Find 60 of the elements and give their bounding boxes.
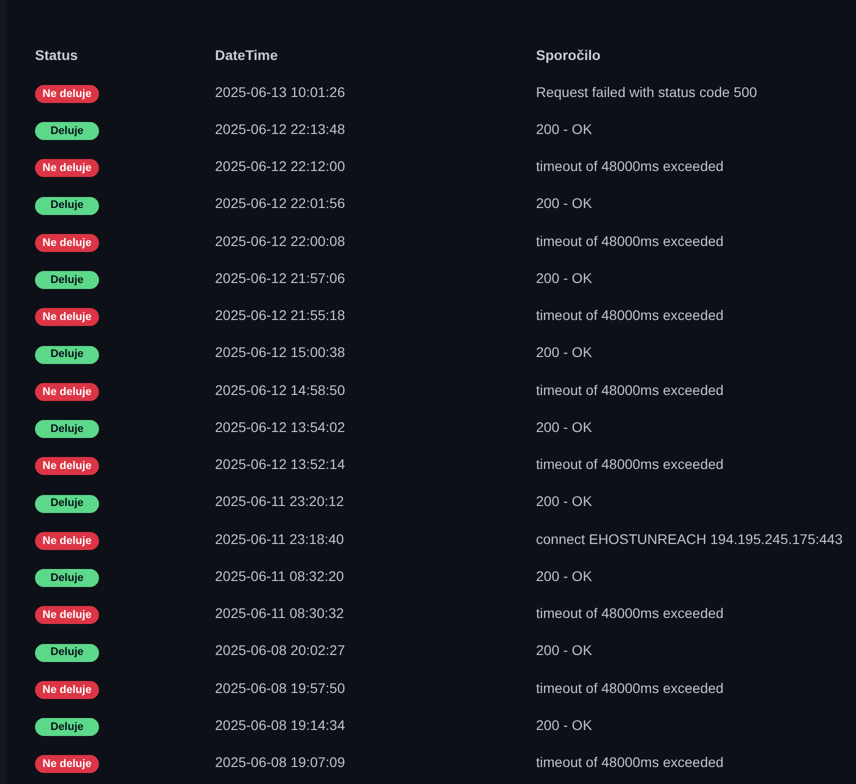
status-badge: Ne deluje	[35, 755, 99, 774]
status-badge: Ne deluje	[35, 382, 99, 401]
message-cell-text: timeout of 48000ms exceeded	[536, 678, 724, 698]
message-cell-text: 200 - OK	[536, 418, 592, 437]
status-badge: Deluje	[35, 494, 99, 512]
datetime-cell-text: 2025-06-12 21:57:06	[215, 268, 346, 288]
message-cell-text: timeout of 48000ms exceeded	[536, 380, 724, 400]
status-badge: Deluje	[35, 644, 99, 662]
status-badge: Deluje	[35, 196, 99, 214]
datetime-cell-text: 2025-06-11 23:20:12	[215, 492, 345, 512]
message-cell-text: 200 - OK	[536, 641, 592, 660]
status-badge: Deluje	[35, 122, 99, 140]
datetime-cell-text: 2025-06-08 19:14:34	[215, 716, 346, 735]
datetime-cell-text: 2025-06-08 20:02:27	[215, 641, 346, 660]
datetime-cell-text: 2025-06-11 23:18:40	[215, 530, 345, 549]
status-badge: Deluje	[35, 718, 99, 736]
status-badge: Ne deluje	[35, 532, 99, 550]
datetime-cell-text: 2025-06-12 22:12:00	[215, 157, 346, 176]
message-cell-text: connect EHOSTUNREACH 194.195.245.175:443	[536, 530, 843, 549]
datetime-cell-text: 2025-06-08 19:57:50	[215, 678, 346, 698]
datetime-cell-text: 2025-06-12 22:01:56	[215, 194, 346, 214]
datetime-cell-text: 2025-06-12 22:00:08	[215, 232, 346, 251]
message-cell-text: 200 - OK	[536, 343, 592, 362]
column-header: DateTime	[215, 46, 279, 64]
status-badge: Ne deluje	[35, 159, 99, 178]
datetime-cell-text: 2025-06-13 10:01:26	[215, 82, 346, 102]
message-cell-text: timeout of 48000ms exceeded	[536, 306, 724, 326]
message-cell-text: 200 - OK	[536, 716, 592, 735]
message-cell-text: 200 - OK	[536, 194, 592, 214]
column-header: Status	[35, 46, 79, 64]
status-badge: Ne deluje	[35, 606, 99, 624]
datetime-cell-text: 2025-06-12 14:58:50	[215, 380, 346, 400]
message-cell-text: Request failed with status code 500	[536, 82, 758, 102]
datetime-cell-text: 2025-06-11 08:32:20	[215, 566, 345, 586]
status-badge: Ne deluje	[35, 308, 99, 326]
datetime-cell-text: 2025-06-11 08:30:32	[215, 604, 345, 624]
status-badge: Ne deluje	[35, 84, 99, 103]
status-badge: Ne deluje	[35, 457, 99, 476]
status-badge: Deluje	[35, 420, 99, 438]
datetime-cell-text: 2025-06-08 19:07:09	[215, 753, 346, 772]
status-badge: Deluje	[35, 346, 99, 364]
status-badge: Deluje	[35, 271, 99, 289]
status-badge: Ne deluje	[35, 234, 99, 252]
datetime-cell-text: 2025-06-12 13:52:14	[215, 455, 346, 474]
message-cell-text: timeout of 48000ms exceeded	[536, 455, 724, 474]
datetime-cell-text: 2025-06-12 22:13:48	[215, 120, 346, 139]
datetime-cell-text: 2025-06-12 15:00:38	[215, 343, 346, 362]
datetime-cell-text: 2025-06-12 13:54:02	[215, 418, 346, 437]
message-cell-text: 200 - OK	[536, 268, 592, 288]
message-cell-text: 200 - OK	[536, 120, 592, 139]
message-cell-text: timeout of 48000ms exceeded	[536, 604, 724, 624]
message-cell-text: timeout of 48000ms exceeded	[536, 232, 724, 251]
status-badge: Deluje	[35, 569, 99, 587]
message-cell-text: timeout of 48000ms exceeded	[536, 753, 724, 772]
datetime-cell-text: 2025-06-12 21:55:18	[215, 306, 346, 326]
message-cell-text: 200 - OK	[536, 566, 592, 586]
message-cell-text: 200 - OK	[536, 492, 592, 512]
message-cell-text: timeout of 48000ms exceeded	[536, 157, 724, 176]
status-badge: Ne deluje	[35, 680, 99, 699]
column-header: Sporočilo	[536, 46, 601, 65]
